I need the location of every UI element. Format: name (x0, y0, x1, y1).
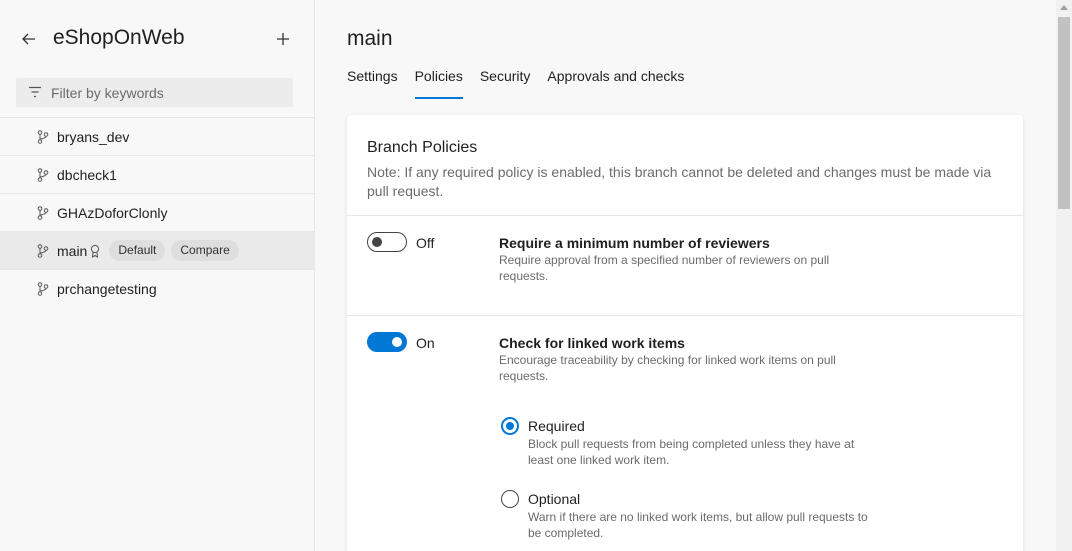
divider (347, 215, 1023, 216)
compare-badge[interactable]: Compare (171, 240, 239, 261)
policy-badge-icon (89, 244, 101, 258)
branch-item-main[interactable]: main Default Compare (0, 231, 315, 269)
back-button[interactable] (18, 28, 40, 50)
linked-work-items-toggle-label: On (416, 335, 435, 351)
tab-approvals-and-checks[interactable]: Approvals and checks (547, 68, 684, 99)
branch-icon (37, 243, 49, 258)
branch-name: bryans_dev (57, 128, 130, 145)
required-radio-description: Block pull requests from being completed… (528, 437, 855, 467)
filter-box (16, 78, 293, 107)
branch-name: dbcheck1 (57, 166, 117, 183)
tab-settings[interactable]: Settings (347, 68, 398, 99)
repo-title: eShopOnWeb (53, 26, 185, 49)
tab-policies[interactable]: Policies (414, 68, 464, 99)
branch-item-prchangetesting[interactable]: prchangetesting (0, 269, 315, 307)
linked-work-items-title: Check for linked work items (499, 335, 685, 351)
branch-icon (37, 129, 49, 144)
required-radio[interactable] (501, 417, 519, 435)
branch-name: GHAzDoforClonly (57, 204, 168, 221)
arrow-left-icon (22, 33, 35, 45)
linked-work-items-description: Encourage traceability by checking for l… (499, 353, 836, 383)
card-note: Note: If any required policy is enabled,… (367, 164, 992, 199)
branch-policies-card: Branch Policies Note: If any required po… (347, 115, 1023, 551)
tab-security[interactable]: Security (480, 68, 531, 99)
scroll-thumb[interactable] (1058, 17, 1070, 209)
linked-work-items-toggle[interactable] (367, 332, 407, 352)
branch-icon (37, 281, 49, 296)
optional-radio-description: Warn if there are no linked work items, … (528, 510, 868, 540)
branch-name: main (57, 242, 88, 259)
branch-name: prchangetesting (57, 280, 157, 297)
branch-list: bryans_dev dbcheck1 GHAzDoforClonly main… (0, 117, 315, 307)
min-reviewers-toggle[interactable] (367, 232, 407, 252)
filter-input[interactable] (51, 78, 286, 107)
branch-item-ghazdoforclonly[interactable]: GHAzDoforClonly (0, 193, 315, 231)
plus-icon (277, 33, 289, 45)
branch-icon (37, 167, 49, 182)
add-branch-button[interactable] (272, 28, 294, 50)
filter-icon (29, 86, 41, 98)
branch-icon (37, 205, 49, 220)
sidebar: eShopOnWeb bryans_dev dbcheck1 GHAzDofor… (0, 0, 315, 551)
divider (347, 315, 1023, 316)
required-radio-label: Required (528, 418, 585, 434)
optional-radio[interactable] (501, 490, 519, 508)
main-panel: main Settings Policies Security Approval… (315, 0, 1056, 551)
page-title: main (347, 27, 393, 50)
default-badge: Default (109, 240, 166, 261)
min-reviewers-description: Require approval from a specified number… (499, 253, 830, 283)
optional-radio-label: Optional (528, 491, 581, 507)
sidebar-header: eShopOnWeb (0, 22, 315, 58)
tab-bar: Settings Policies Security Approvals and… (347, 68, 701, 100)
branch-item-dbcheck1[interactable]: dbcheck1 (0, 155, 315, 193)
min-reviewers-title: Require a minimum number of reviewers (499, 235, 770, 251)
branch-item-bryans-dev[interactable]: bryans_dev (0, 117, 315, 155)
min-reviewers-toggle-label: Off (416, 235, 435, 251)
scroll-up-icon[interactable] (1060, 5, 1068, 10)
card-title: Branch Policies (367, 139, 478, 156)
scrollbar[interactable] (1056, 0, 1072, 551)
